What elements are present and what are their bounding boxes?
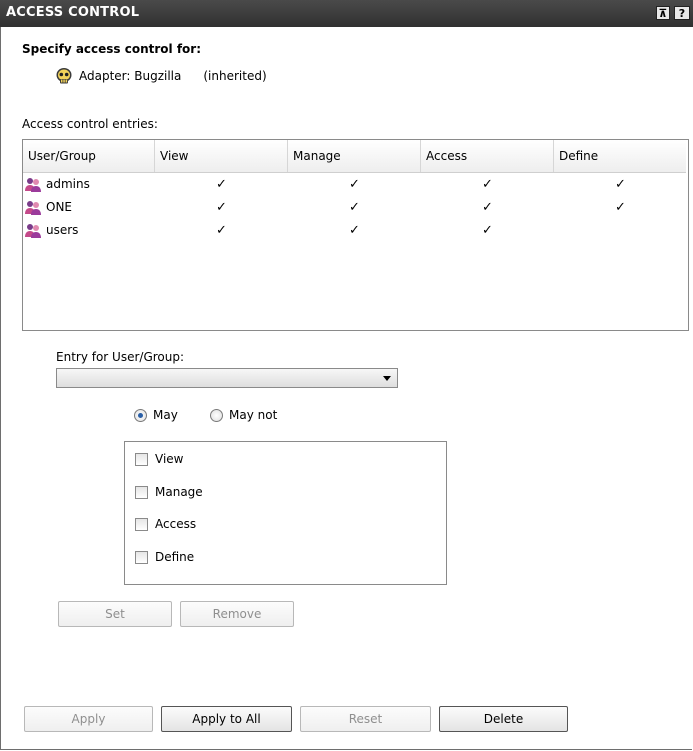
table-row[interactable]: ONE ✓ ✓ ✓ ✓ xyxy=(23,197,686,220)
column-header-user-group[interactable]: User/Group xyxy=(23,140,155,172)
help-button[interactable]: ? xyxy=(674,6,690,20)
entry-user-group-label: Entry for User/Group: xyxy=(56,350,185,364)
manage-checkbox[interactable] xyxy=(135,485,148,499)
user-cell: users xyxy=(25,222,78,238)
define-check: ✓ xyxy=(615,177,626,192)
user-name: ONE xyxy=(46,200,73,214)
access-check: ✓ xyxy=(482,223,493,238)
ace-table[interactable]: User/Group View Manage Access Define adm… xyxy=(22,139,689,331)
user-cell: ONE xyxy=(25,199,72,215)
ace-list-label: Access control entries: xyxy=(22,117,158,131)
access-label: Access xyxy=(155,517,197,531)
radio-may-button[interactable] xyxy=(134,408,147,422)
adapter-skull-icon xyxy=(56,68,72,84)
reset-button[interactable]: Reset xyxy=(300,706,431,732)
permission-define[interactable]: Define xyxy=(135,550,194,564)
delete-button[interactable]: Delete xyxy=(439,706,568,732)
column-header-manage[interactable]: Manage xyxy=(288,140,421,172)
view-check: ✓ xyxy=(216,223,227,238)
column-header-access[interactable]: Access xyxy=(421,140,554,172)
user-group-icon xyxy=(25,178,41,192)
user-name: admins xyxy=(46,177,90,191)
inherited-label: (inherited) xyxy=(203,69,267,83)
manage-check: ✓ xyxy=(349,223,360,238)
access-checkbox[interactable] xyxy=(135,517,148,531)
view-label: View xyxy=(155,452,184,466)
permission-view[interactable]: View xyxy=(135,452,183,466)
table-row[interactable]: users ✓ ✓ ✓ xyxy=(23,220,686,243)
user-group-dropdown[interactable] xyxy=(56,368,398,388)
apply-to-all-button[interactable]: Apply to All xyxy=(161,706,292,732)
radio-may-not[interactable]: May not xyxy=(210,408,277,422)
view-check: ✓ xyxy=(216,177,227,192)
set-button[interactable]: Set xyxy=(58,601,172,627)
access-check: ✓ xyxy=(482,177,493,192)
radio-may-not-label: May not xyxy=(229,408,278,422)
pin-icon[interactable]: ⊼ xyxy=(656,6,670,20)
adapter-name: Adapter: Bugzilla xyxy=(79,69,182,83)
window-title: ACCESS CONTROL xyxy=(6,5,140,20)
manage-check: ✓ xyxy=(349,177,360,192)
user-name: users xyxy=(46,223,79,237)
permission-list: View Manage Access Define xyxy=(124,441,447,585)
chevron-down-icon xyxy=(383,376,391,381)
permission-access[interactable]: Access xyxy=(135,517,196,531)
user-group-icon xyxy=(25,201,41,215)
view-check: ✓ xyxy=(216,200,227,215)
column-header-view[interactable]: View xyxy=(155,140,288,172)
table-header: User/Group View Manage Access Define xyxy=(23,140,686,173)
apply-button[interactable]: Apply xyxy=(24,706,153,732)
title-bar: ACCESS CONTROL ⊼ ? xyxy=(0,0,693,27)
define-label: Define xyxy=(155,550,195,564)
access-check: ✓ xyxy=(482,200,493,215)
permission-manage[interactable]: Manage xyxy=(135,485,203,499)
manage-label: Manage xyxy=(155,485,203,499)
define-checkbox[interactable] xyxy=(135,550,148,564)
remove-button[interactable]: Remove xyxy=(180,601,294,627)
view-checkbox[interactable] xyxy=(135,452,148,466)
manage-check: ✓ xyxy=(349,200,360,215)
specify-label: Specify access control for: xyxy=(22,42,202,56)
column-header-define[interactable]: Define xyxy=(554,140,686,172)
radio-may[interactable]: May xyxy=(134,408,178,422)
user-group-icon xyxy=(25,224,41,238)
adapter-target: Adapter: Bugzilla (inherited) xyxy=(55,67,267,85)
define-check: ✓ xyxy=(615,200,626,215)
table-row[interactable]: admins ✓ ✓ ✓ ✓ xyxy=(23,174,686,197)
user-cell: admins xyxy=(25,176,90,192)
radio-may-not-button[interactable] xyxy=(210,408,223,422)
radio-may-label: May xyxy=(153,408,178,422)
